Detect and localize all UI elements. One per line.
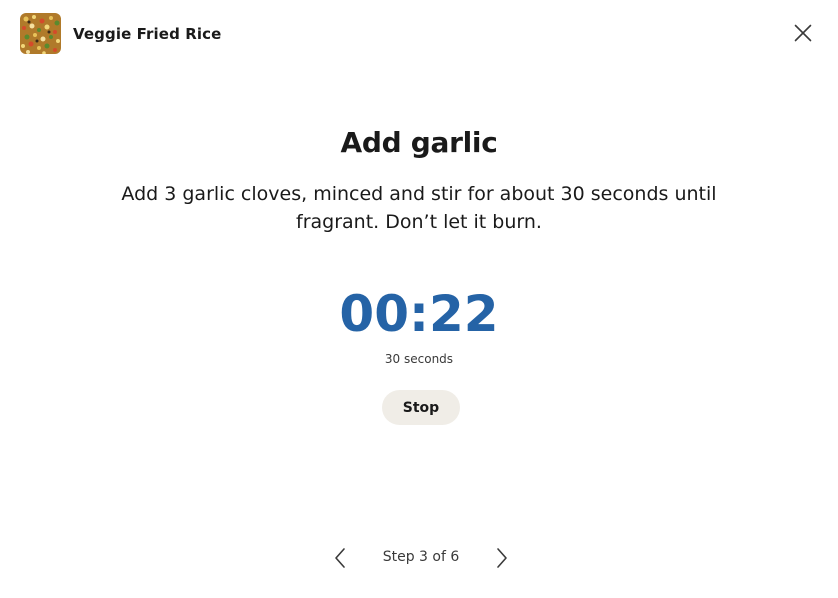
timer-display: 00:22 xyxy=(339,285,499,343)
recipe-header: Veggie Fried Rice xyxy=(20,13,221,54)
cooking-mode-view: Veggie Fried Rice Add garlic Add 3 garli… xyxy=(0,0,838,598)
chevron-right-icon xyxy=(497,548,507,568)
recipe-thumbnail xyxy=(20,13,61,54)
step-navigation: Step 3 of 6 xyxy=(0,543,838,573)
timer-duration-label: 30 seconds xyxy=(384,352,454,366)
chevron-left-icon xyxy=(335,548,345,568)
stop-timer-button[interactable]: Stop xyxy=(382,390,460,425)
step-title: Add garlic xyxy=(340,126,498,159)
fried-rice-image xyxy=(20,13,61,54)
step-description: Add 3 garlic cloves, minced and stir for… xyxy=(121,183,717,233)
next-step-button[interactable] xyxy=(490,546,514,570)
previous-step-button[interactable] xyxy=(328,546,352,570)
step-counter: Step 3 of 6 xyxy=(382,549,460,565)
recipe-title: Veggie Fried Rice xyxy=(73,24,222,43)
close-icon xyxy=(794,24,812,42)
close-button[interactable] xyxy=(792,22,814,44)
